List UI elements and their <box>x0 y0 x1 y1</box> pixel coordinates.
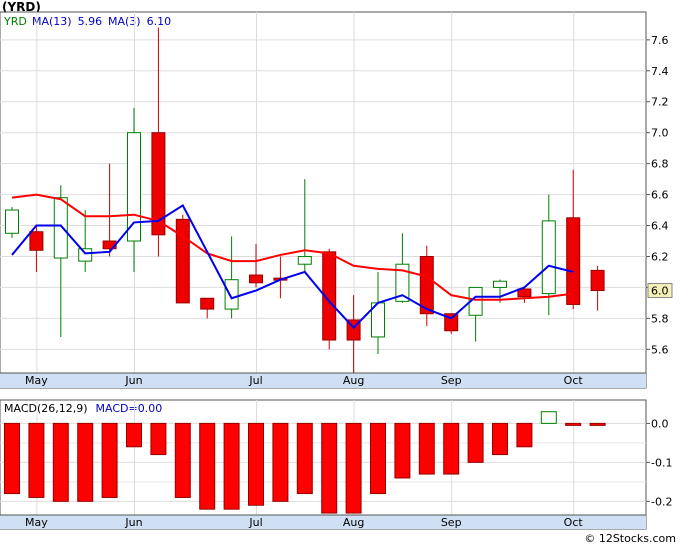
candle-body <box>590 269 605 292</box>
price-tick-label: 5.8 <box>651 312 669 325</box>
macd-x-axis-band <box>0 515 646 529</box>
legend-ticker: YRD <box>3 15 27 28</box>
candle-body <box>249 274 263 284</box>
macd-bar <box>394 422 411 479</box>
price-tick-label: 6.8 <box>651 158 669 171</box>
macd-bar <box>345 422 362 514</box>
legend-ma13: MA(13) 5.96 <box>32 15 102 28</box>
price-tick-label: 7.6 <box>651 34 669 47</box>
macd-month-label: Sep <box>441 516 462 529</box>
macd-bar <box>199 422 216 510</box>
price-tick-label: 7.4 <box>651 65 669 78</box>
macd-month-label: May <box>25 516 48 529</box>
macd-bar <box>321 422 338 514</box>
stock-chart: (YRD) YRD MA(13) 5.96 MA(3) 6.10 5.65.86.2… <box>0 0 680 546</box>
last-price-marker: 6.0 <box>647 283 673 299</box>
price-month-label: Sep <box>441 374 462 387</box>
macd-bar <box>467 422 484 463</box>
legend-ma3: MA(3) 6.10 <box>108 15 171 28</box>
candle-body <box>297 255 312 265</box>
candle-body <box>224 279 239 310</box>
macd-month-label: Jul <box>248 516 262 529</box>
candle-body <box>78 248 93 262</box>
price-month-label: Jul <box>248 374 262 387</box>
candle-body <box>5 209 19 234</box>
candle-body <box>127 132 141 242</box>
macd-bar <box>77 422 94 502</box>
price-tick-label: 5.6 <box>651 343 669 356</box>
macd-bar <box>492 422 508 456</box>
macd-bar <box>272 422 289 502</box>
candle-body <box>493 280 507 288</box>
price-x-axis-band <box>0 373 646 388</box>
price-month-label: Jun <box>124 374 142 387</box>
macd-tick-label: -0.1 <box>651 456 672 469</box>
candle-body <box>419 255 434 315</box>
macd-tick-label: 0.0 <box>651 417 669 430</box>
macd-bar <box>540 411 557 424</box>
price-tick-label: 6.2 <box>651 250 669 263</box>
price-tick-label: 6.4 <box>651 220 669 233</box>
candle-body <box>29 231 44 251</box>
macd-bar <box>4 422 20 495</box>
candle-body <box>175 218 190 304</box>
macd-tick-label: -0.2 <box>651 495 672 508</box>
price-tick-label: 6.6 <box>651 189 669 202</box>
macd-bar <box>223 422 240 510</box>
macd-month-label: Oct <box>564 516 584 529</box>
candle-body <box>53 197 68 259</box>
macd-bar <box>248 422 264 506</box>
macd-month-label: Jun <box>124 516 142 529</box>
macd-month-label: Aug <box>343 516 364 529</box>
macd-bar <box>418 422 435 475</box>
macd-bar <box>52 422 69 502</box>
price-month-label: Aug <box>343 374 364 387</box>
watermark: © 12Stocks.com <box>584 532 676 545</box>
macd-bar <box>443 422 460 475</box>
last-price-label: 6.0 <box>651 285 669 298</box>
macd-bar <box>370 422 386 495</box>
macd-bar <box>565 422 582 426</box>
macd-bar <box>101 422 118 498</box>
macd-bar <box>150 422 167 456</box>
macd-bar <box>296 422 313 495</box>
candle-body <box>541 220 556 295</box>
price-tick-label: 7.0 <box>651 127 669 140</box>
macd-bar <box>516 422 533 448</box>
macd-legend: MACD(26,12,9) MACD=0.00 <box>4 402 162 415</box>
price-month-label: May <box>25 374 48 387</box>
price-tick-label: 7.2 <box>651 96 669 109</box>
candle-body <box>566 217 581 305</box>
candle-body <box>200 297 215 310</box>
macd-bar <box>28 422 45 498</box>
price-month-label: Oct <box>564 374 584 387</box>
macd-bar <box>589 422 606 426</box>
macd-bar <box>126 422 142 448</box>
macd-bar <box>174 422 191 498</box>
